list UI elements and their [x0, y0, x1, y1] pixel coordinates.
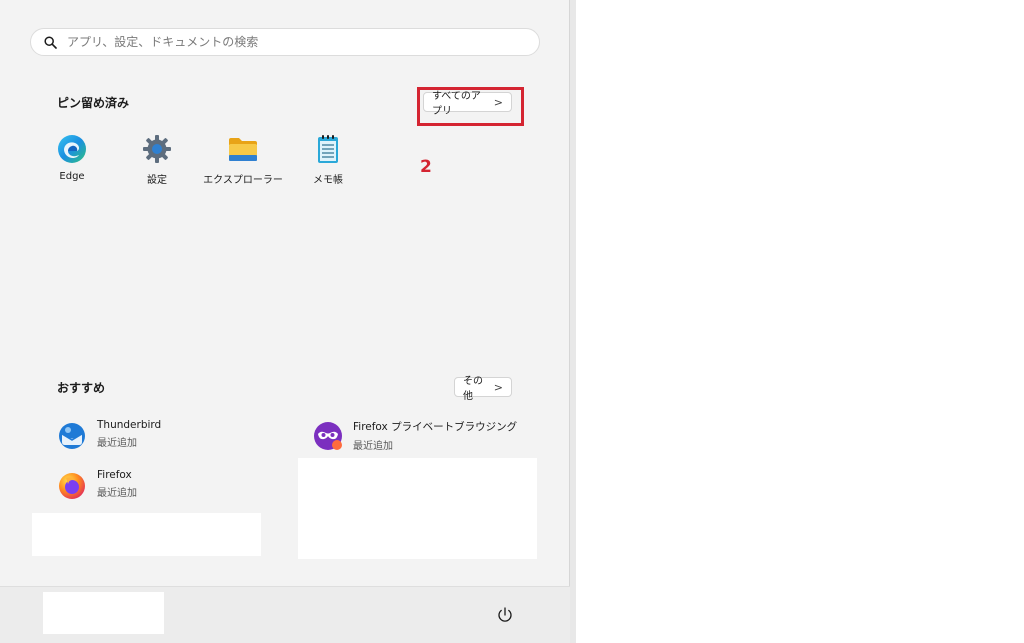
settings-gear-icon — [143, 135, 171, 163]
recommended-item-sub: 最近追加 — [97, 438, 137, 449]
pinned-app-edge[interactable]: Edge — [32, 133, 112, 182]
power-icon[interactable] — [496, 606, 514, 624]
pinned-app-notepad[interactable]: メモ帳 — [288, 133, 368, 186]
redacted-area — [298, 458, 537, 559]
recommended-item-thunderbird[interactable]: Thunderbird 最近追加 — [57, 419, 161, 451]
recommended-item-name: Firefox — [97, 469, 132, 481]
pinned-app-label: Edge — [59, 171, 85, 182]
search-box[interactable] — [30, 28, 540, 56]
more-label: その他 — [463, 376, 483, 402]
annotation-step-number: 2 — [420, 157, 432, 177]
recommended-item-firefox[interactable]: Firefox 最近追加 — [57, 469, 137, 501]
pinned-app-explorer[interactable]: エクスプローラー — [203, 133, 283, 186]
window-edge-strip — [570, 0, 576, 643]
thunderbird-icon — [59, 423, 85, 449]
recommended-item-name: Thunderbird — [97, 419, 162, 431]
pinned-app-label: エクスプローラー — [203, 175, 283, 186]
folder-icon — [229, 138, 257, 161]
redacted-user-area — [43, 592, 164, 634]
pinned-app-label: 設定 — [147, 175, 167, 186]
recommended-item-sub: 最近追加 — [97, 488, 137, 499]
start-menu: ピン留め済み すべてのアプリ > 2 Edge — [0, 0, 570, 643]
more-button[interactable]: その他 > — [454, 376, 512, 402]
notepad-icon — [318, 135, 338, 163]
pinned-app-settings[interactable]: 設定 — [117, 133, 197, 186]
redacted-area — [32, 513, 261, 556]
firefox-private-icon — [314, 422, 342, 450]
edge-icon — [58, 135, 86, 163]
pinned-app-label: メモ帳 — [313, 175, 343, 186]
search-icon — [44, 35, 57, 49]
search-input[interactable] — [65, 34, 509, 50]
firefox-icon — [59, 473, 85, 499]
recommended-section-title: おすすめ — [57, 381, 106, 395]
pinned-section-title: ピン留め済み — [57, 96, 130, 110]
recommended-item-sub: 最近追加 — [353, 441, 393, 452]
recommended-item-name: Firefox プライベートブラウジング — [353, 421, 518, 433]
annotation-highlight-box — [417, 87, 524, 126]
chevron-right-icon: > — [493, 380, 503, 394]
recommended-item-firefox-private[interactable]: Firefox プライベートブラウジング 最近追加 — [313, 419, 517, 452]
